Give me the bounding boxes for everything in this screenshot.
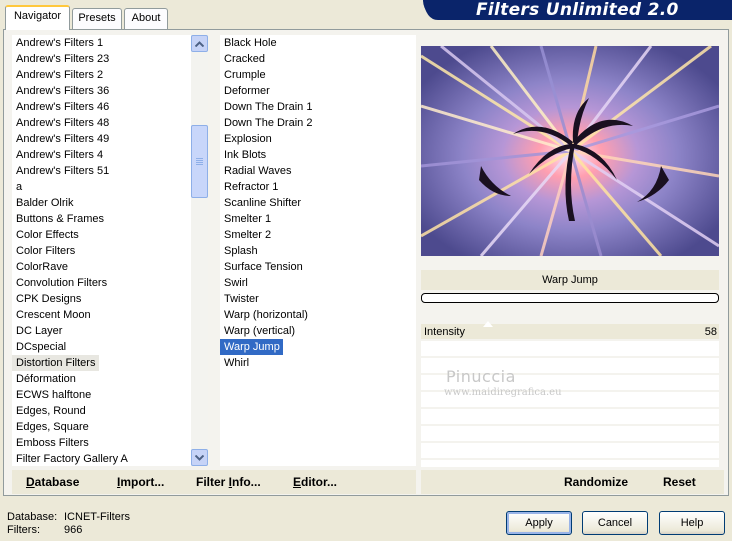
scroll-thumb[interactable] xyxy=(191,125,208,198)
help-button[interactable]: Help xyxy=(659,511,725,535)
filter-item[interactable]: Down The Drain 1 xyxy=(220,99,312,115)
filter-preview xyxy=(421,46,719,256)
filter-item[interactable]: Deformer xyxy=(220,83,270,99)
category-item[interactable]: ColorRave xyxy=(12,259,68,275)
filter-item[interactable]: Refractor 1 xyxy=(220,179,278,195)
watermark-name: Pinuccia xyxy=(446,367,516,386)
filter-item[interactable]: Splash xyxy=(220,243,258,259)
category-item[interactable]: Andrew's Filters 51 xyxy=(12,163,109,179)
reset-button[interactable]: Reset xyxy=(663,475,696,489)
cancel-button[interactable]: Cancel xyxy=(582,511,648,535)
category-item[interactable]: Andrew's Filters 2 xyxy=(12,67,103,83)
category-item[interactable]: Buttons & Frames xyxy=(12,211,104,227)
category-item[interactable]: Color Effects xyxy=(12,227,79,243)
arrow-down-icon xyxy=(195,454,204,461)
category-item[interactable]: Andrew's Filters 48 xyxy=(12,115,109,131)
tab-presets[interactable]: Presets xyxy=(72,8,122,29)
status-filters-label: Filters: xyxy=(7,524,40,536)
category-item[interactable]: Edges, Round xyxy=(12,403,86,419)
tab-navigator[interactable]: Navigator xyxy=(5,5,70,30)
category-scrollbar[interactable] xyxy=(191,35,208,466)
tab-about[interactable]: About xyxy=(124,8,168,29)
filter-item[interactable]: Explosion xyxy=(220,131,272,147)
status-database-label: Database: xyxy=(7,511,58,523)
editor-button[interactable]: Editor... xyxy=(293,475,337,489)
scroll-up-button[interactable] xyxy=(191,35,208,52)
intensity-label: Intensity xyxy=(424,326,465,338)
control-row-empty xyxy=(421,442,719,458)
category-item[interactable]: Crescent Moon xyxy=(12,307,91,323)
filter-item[interactable]: Cracked xyxy=(220,51,265,67)
category-item[interactable]: Convolution Filters xyxy=(12,275,107,291)
database-button[interactable]: Database xyxy=(26,475,79,489)
randomize-button[interactable]: Randomize xyxy=(564,475,628,489)
category-item[interactable]: Filter Factory Gallery A xyxy=(12,451,128,466)
filter-info-button[interactable]: Filter Info... xyxy=(196,475,261,489)
status-database: Database: ICNET-Filters xyxy=(7,511,130,524)
category-item[interactable]: Andrew's Filters 46 xyxy=(12,99,109,115)
watermark-url: www.maidiregrafica.eu xyxy=(444,387,562,398)
filter-item[interactable]: Radial Waves xyxy=(220,163,291,179)
control-row-empty xyxy=(421,459,719,467)
filter-item[interactable]: Swirl xyxy=(220,275,248,291)
slider-indicator[interactable] xyxy=(483,321,493,327)
preview-image xyxy=(421,46,719,256)
filter-item[interactable]: Whirl xyxy=(220,355,249,371)
render-progress-bar xyxy=(421,293,719,303)
control-row-empty xyxy=(421,408,719,424)
category-item[interactable]: Andrew's Filters 49 xyxy=(12,131,109,147)
filter-list[interactable]: Black Hole Cracked Crumple Deformer Down The… xyxy=(220,35,416,466)
import-button[interactable]: Import... xyxy=(117,475,164,489)
status-filters: Filters: 966 xyxy=(7,524,82,537)
arrow-up-icon xyxy=(195,40,204,47)
category-list[interactable]: Andrew's Filters 1 Andrew's Filters 23 And… xyxy=(12,35,191,466)
filter-item[interactable]: Warp Jump xyxy=(220,339,283,355)
control-row-empty xyxy=(421,340,719,356)
filter-item[interactable]: Warp (horizontal) xyxy=(220,307,308,323)
category-item[interactable]: Andrew's Filters 4 xyxy=(12,147,103,163)
filter-item[interactable]: Twister xyxy=(220,291,259,307)
category-item[interactable]: Balder Olrik xyxy=(12,195,73,211)
filter-item[interactable]: Warp (vertical) xyxy=(220,323,295,339)
category-item[interactable]: Color Filters xyxy=(12,243,75,259)
scroll-down-button[interactable] xyxy=(191,449,208,466)
filter-item[interactable]: Smelter 1 xyxy=(220,211,271,227)
filter-name-title: Warp Jump xyxy=(421,270,719,290)
app-title: Filters Unlimited 2.0 xyxy=(476,0,679,20)
category-item[interactable]: Andrew's Filters 23 xyxy=(12,51,109,67)
filter-item[interactable]: Black Hole xyxy=(220,35,277,51)
category-item[interactable]: ECWS halftone xyxy=(12,387,91,403)
category-item[interactable]: Déformation xyxy=(12,371,76,387)
category-item[interactable]: DC Layer xyxy=(12,323,62,339)
intensity-value[interactable]: 58 xyxy=(690,325,717,339)
status-database-value: ICNET-Filters xyxy=(64,511,130,523)
filter-item[interactable]: Smelter 2 xyxy=(220,227,271,243)
category-item[interactable]: Distortion Filters xyxy=(12,355,99,371)
control-row-intensity[interactable] xyxy=(421,323,719,339)
category-item[interactable]: CPK Designs xyxy=(12,291,81,307)
category-item[interactable]: Andrew's Filters 36 xyxy=(12,83,109,99)
filter-item[interactable]: Down The Drain 2 xyxy=(220,115,312,131)
filter-item[interactable]: Surface Tension xyxy=(220,259,303,275)
category-item[interactable]: a xyxy=(12,179,22,195)
apply-button[interactable]: Apply xyxy=(506,511,572,535)
category-item[interactable]: Andrew's Filters 1 xyxy=(12,35,103,51)
filter-item[interactable]: Ink Blots xyxy=(220,147,266,163)
category-item[interactable]: Emboss Filters xyxy=(12,435,89,451)
category-item[interactable]: Edges, Square xyxy=(12,419,89,435)
filter-item[interactable]: Scanline Shifter xyxy=(220,195,301,211)
control-row-empty xyxy=(421,425,719,441)
status-filters-count: 966 xyxy=(64,524,83,536)
filter-item[interactable]: Crumple xyxy=(220,67,266,83)
category-item[interactable]: DCspecial xyxy=(12,339,66,355)
